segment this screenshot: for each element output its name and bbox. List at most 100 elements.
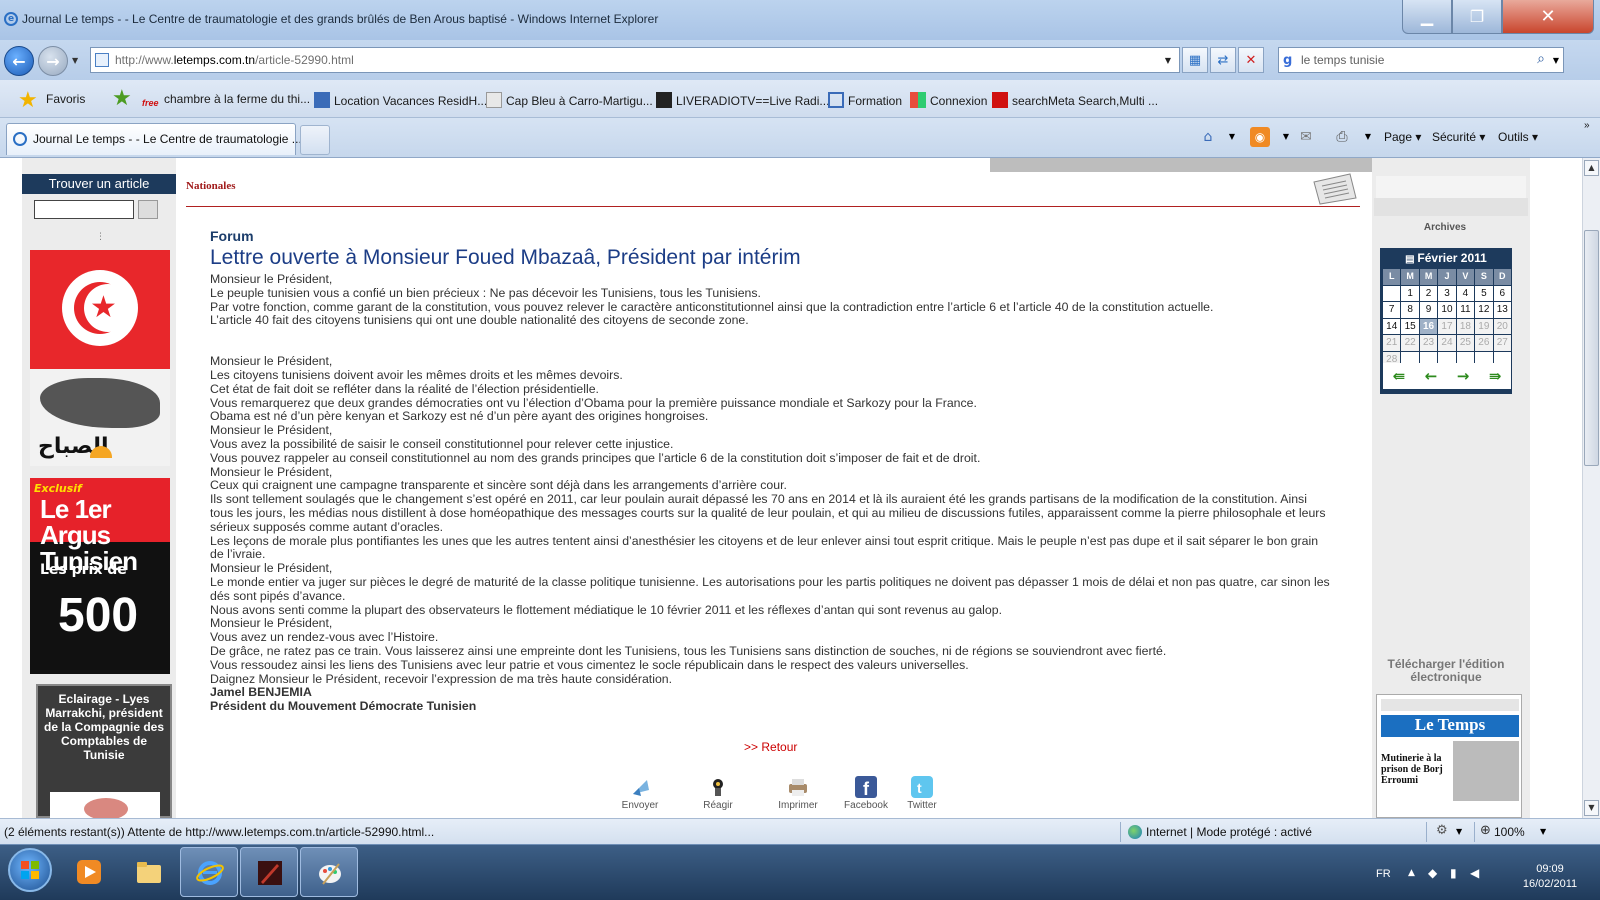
refresh-icon[interactable]: ⇄ (1210, 47, 1236, 73)
clock[interactable]: 09:09 16/02/2011 (1510, 862, 1590, 892)
scroll-up-icon[interactable]: ▲ (1584, 160, 1599, 176)
search-dropdown-icon[interactable]: ▼ (1553, 56, 1559, 65)
taskbar-media-player[interactable] (60, 847, 118, 897)
right-sidebar: Archives ▤ Février 2011 LMMJVSD123456789… (1372, 158, 1530, 818)
share-react-button[interactable]: Réagir (688, 776, 748, 811)
calendar-day[interactable]: 2 (1419, 285, 1438, 302)
taskbar-app-dark[interactable] (240, 847, 298, 897)
volume-icon[interactable]: ◀ (1470, 866, 1486, 882)
tray-app-icon[interactable]: ◆ (1428, 866, 1444, 882)
rss-icon[interactable]: ◉ (1250, 127, 1270, 147)
security-zone[interactable]: Internet | Mode protégé : activé (1146, 825, 1312, 839)
print-dropdown-icon[interactable]: ▼ (1358, 127, 1378, 147)
next-year-icon[interactable]: ⇛ (1489, 367, 1502, 385)
vertical-scrollbar[interactable]: ▲ ▼ (1582, 158, 1600, 818)
security-menu[interactable]: Sécurité ▾ (1432, 130, 1485, 144)
search-input[interactable]: g le temps tunisie ⌕ ▼ (1278, 47, 1564, 73)
page-menu[interactable]: Page ▾ (1384, 130, 1421, 144)
twitter-icon: t (911, 776, 933, 798)
print-toolbar-icon[interactable]: ⎙ (1332, 127, 1352, 147)
tools-menu[interactable]: Outils ▾ (1498, 130, 1538, 144)
favorite-item-formation[interactable]: Formation (828, 92, 902, 108)
taskbar-internet-explorer[interactable] (180, 847, 238, 897)
home-dropdown-icon[interactable]: ▼ (1222, 127, 1242, 147)
calendar-day: 27 (1493, 335, 1511, 351)
zoom-level[interactable]: 100% (1494, 825, 1525, 839)
argus-banner-ad[interactable]: Exclusif Le 1er Argus Tunisien Les prix … (30, 478, 170, 674)
close-button[interactable]: ✕ (1502, 0, 1594, 34)
eclairage-promo[interactable]: Eclairage - Lyes Marrakchi, président de… (36, 684, 172, 818)
minimize-button[interactable]: ▁ (1402, 0, 1452, 34)
calendar-day[interactable]: 11 (1456, 302, 1475, 318)
taskbar-explorer[interactable] (120, 847, 178, 897)
calendar-day[interactable]: 6 (1493, 285, 1511, 302)
assabah-banner-ad[interactable]: ★ الصباح (30, 250, 170, 466)
protected-dropdown-icon[interactable]: ▼ (1456, 827, 1462, 836)
calendar-day[interactable]: 8 (1401, 302, 1419, 318)
find-article-input[interactable] (34, 200, 134, 219)
body-line: Ceux qui craignent une campagne transpar… (210, 478, 787, 493)
show-hidden-icons-icon[interactable]: ▲ (1408, 868, 1415, 878)
calendar-day[interactable]: 16 (1419, 318, 1438, 335)
share-twitter-button[interactable]: t Twitter (892, 776, 952, 811)
calendar-day[interactable]: 12 (1475, 302, 1493, 318)
next-month-icon[interactable]: → (1457, 367, 1470, 385)
home-icon[interactable]: ⌂ (1198, 127, 1218, 147)
calendar-day[interactable]: 1 (1401, 285, 1419, 302)
search-icon[interactable]: ⌕ (1537, 51, 1545, 67)
calendar-day[interactable]: 4 (1456, 285, 1475, 302)
download-edition-label[interactable]: Télécharger l'édition électronique (1372, 658, 1520, 684)
mail-icon[interactable]: ✉ (1296, 127, 1316, 147)
sun-icon (90, 446, 112, 458)
forward-button[interactable]: → (38, 46, 68, 76)
address-url[interactable]: http://www.letemps.com.tn/article-52990.… (115, 53, 354, 67)
back-button[interactable]: ← (4, 46, 34, 76)
epaper-thumbnail[interactable]: Le Temps Mutinerie à la prison de Borj E… (1376, 694, 1522, 818)
share-print-button[interactable]: Imprimer (768, 776, 828, 811)
calendar-day[interactable]: 7 (1383, 302, 1401, 318)
section-label[interactable]: Nationales (186, 180, 236, 192)
share-send-button[interactable]: Envoyer (610, 776, 670, 811)
scroll-thumb[interactable] (1584, 230, 1599, 466)
start-button[interactable] (8, 848, 52, 892)
taskbar-paint[interactable] (300, 847, 358, 897)
calendar-day[interactable]: 10 (1438, 302, 1456, 318)
new-tab-button[interactable] (300, 125, 330, 155)
favorite-item-liveradio[interactable]: LIVERADIOTV==Live Radi... (656, 92, 829, 108)
favorite-item-searchmeta[interactable]: searchMeta Search,Multi ... (992, 92, 1158, 108)
tab-active[interactable]: Journal Le temps - - Le Centre de trauma… (6, 123, 302, 155)
address-bar[interactable]: http://www.letemps.com.tn/article-52990.… (90, 47, 1180, 73)
zoom-dropdown-icon[interactable]: ▼ (1540, 827, 1546, 836)
network-icon[interactable]: ▮ (1450, 866, 1466, 882)
favorites-button[interactable]: Favoris (46, 92, 85, 106)
calendar-day[interactable]: 5 (1475, 285, 1493, 302)
search-value[interactable]: le temps tunisie (1301, 53, 1384, 67)
stop-icon[interactable]: ✕ (1238, 47, 1264, 73)
protected-mode-icon[interactable]: ⚙ (1436, 823, 1448, 838)
language-indicator[interactable]: FR (1376, 868, 1391, 880)
calendar-day[interactable]: 3 (1438, 285, 1456, 302)
favorite-item-location[interactable]: Location Vacances ResidH... (314, 92, 487, 108)
calendar-day[interactable]: 13 (1493, 302, 1511, 318)
scroll-down-icon[interactable]: ▼ (1584, 800, 1599, 816)
find-article-button[interactable] (138, 200, 158, 219)
add-favorite-icon[interactable]: ★ (112, 86, 132, 111)
compatibility-view-icon[interactable]: ▦ (1182, 47, 1208, 73)
rss-dropdown-icon[interactable]: ▼ (1276, 127, 1296, 147)
favorite-item-cap-bleu[interactable]: Cap Bleu à Carro-Martigu... (486, 92, 653, 108)
prev-year-icon[interactable]: ⇚ (1393, 367, 1406, 385)
address-dropdown-icon[interactable]: ▼ (1165, 56, 1171, 65)
ie-logo-icon: e (4, 12, 18, 26)
prev-month-icon[interactable]: ← (1425, 367, 1438, 385)
history-dropdown-icon[interactable]: ▼ (72, 56, 78, 65)
maximize-button[interactable]: ❐ (1452, 0, 1502, 34)
share-facebook-button[interactable]: f Facebook (836, 776, 896, 811)
more-commands-icon[interactable]: » (1584, 120, 1590, 131)
calendar-day[interactable]: 9 (1419, 302, 1438, 318)
favorite-item-connexion[interactable]: Connexion (910, 92, 987, 108)
calendar-day[interactable]: 15 (1401, 318, 1419, 335)
favorites-star-icon[interactable]: ★ (18, 88, 38, 113)
back-link[interactable]: >> Retour (744, 740, 797, 754)
favorite-item-chambre[interactable]: free chambre à la ferme du thi... (142, 92, 310, 114)
calendar-day[interactable]: 14 (1383, 318, 1401, 335)
